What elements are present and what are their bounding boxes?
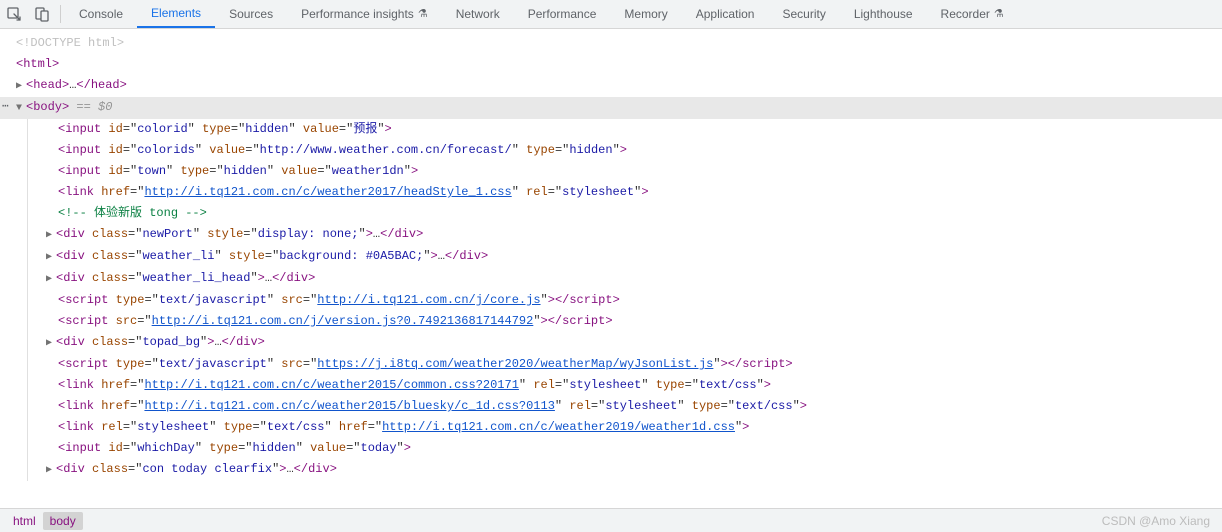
- tab-performance[interactable]: Performance: [514, 0, 611, 28]
- tab-security[interactable]: Security: [768, 0, 839, 28]
- chevron-right-icon[interactable]: ▶: [46, 460, 56, 481]
- tab-elements[interactable]: Elements: [137, 0, 215, 28]
- ellipsis-icon[interactable]: ⋯: [2, 97, 8, 118]
- flask-icon: ⁤⚗: [994, 0, 1004, 28]
- tree-row[interactable]: <link href="http://i.tq121.com.cn/c/weat…: [0, 182, 1222, 203]
- tab-recorder[interactable]: Recorder⁤⚗: [927, 0, 1018, 28]
- src-link[interactable]: http://i.tq121.com.cn/j/version.js?0.749…: [152, 314, 534, 328]
- devtools-tabbar: Console Elements Sources Performance ins…: [0, 0, 1222, 29]
- flask-icon: ⁤⚗: [418, 0, 428, 28]
- tree-row[interactable]: <link href="http://i.tq121.com.cn/c/weat…: [0, 375, 1222, 396]
- href-link[interactable]: http://i.tq121.com.cn/c/weather2015/blue…: [144, 399, 554, 413]
- tree-row[interactable]: <input id="town" type="hidden" value="we…: [0, 161, 1222, 182]
- href-link[interactable]: http://i.tq121.com.cn/c/weather2019/weat…: [382, 420, 735, 434]
- tree-row[interactable]: ▶<div class="con today clearfix">…</div>: [0, 459, 1222, 481]
- tree-row[interactable]: <link rel="stylesheet" type="text/css" h…: [0, 417, 1222, 438]
- tab-lighthouse[interactable]: Lighthouse: [840, 0, 927, 28]
- elements-tree[interactable]: <!DOCTYPE html> <html> ▶<head>…</head> ⋯…: [0, 29, 1222, 513]
- breadcrumb-body[interactable]: body: [43, 512, 83, 530]
- breadcrumb-html[interactable]: html: [6, 512, 43, 530]
- tree-row[interactable]: <input id="whichDay" type="hidden" value…: [0, 438, 1222, 459]
- chevron-down-icon[interactable]: ▼: [16, 98, 26, 119]
- tree-row-head[interactable]: ▶<head>…</head>: [0, 75, 1222, 97]
- tab-network[interactable]: Network: [442, 0, 514, 28]
- chevron-right-icon[interactable]: ▶: [46, 269, 56, 290]
- tree-row-doctype[interactable]: <!DOCTYPE html>: [0, 33, 1222, 54]
- tabbar-divider: [60, 5, 61, 23]
- watermark: CSDN @Amo Xiang: [1102, 514, 1210, 528]
- tree-row[interactable]: ▶<div class="newPort" style="display: no…: [0, 224, 1222, 246]
- tree-row[interactable]: ▶<div class="weather_li" style="backgrou…: [0, 246, 1222, 268]
- href-link[interactable]: http://i.tq121.com.cn/c/weather2015/comm…: [144, 378, 518, 392]
- tree-row[interactable]: <script type="text/javascript" src="http…: [0, 354, 1222, 375]
- chevron-right-icon[interactable]: ▶: [46, 333, 56, 354]
- chevron-right-icon[interactable]: ▶: [46, 247, 56, 268]
- tree-row[interactable]: <script type="text/javascript" src="http…: [0, 290, 1222, 311]
- chevron-right-icon[interactable]: ▶: [46, 225, 56, 246]
- href-link[interactable]: http://i.tq121.com.cn/c/weather2017/head…: [144, 185, 511, 199]
- tree-row[interactable]: ▶<div class="topad_bg">…</div>: [0, 332, 1222, 354]
- src-link[interactable]: http://i.tq121.com.cn/j/core.js: [317, 293, 540, 307]
- tab-performance-insights[interactable]: Performance insights⁤⚗: [287, 0, 442, 28]
- tab-application[interactable]: Application: [682, 0, 769, 28]
- chevron-right-icon[interactable]: ▶: [16, 76, 26, 97]
- tree-row-body[interactable]: ⋯ ▼<body> == $0: [0, 97, 1222, 119]
- device-toggle-icon[interactable]: [28, 0, 56, 28]
- tab-console[interactable]: Console: [65, 0, 137, 28]
- tree-row-html-open[interactable]: <html>: [0, 54, 1222, 75]
- tree-row[interactable]: <input id="colorid" type="hidden" value=…: [0, 119, 1222, 140]
- tree-row[interactable]: <link href="http://i.tq121.com.cn/c/weat…: [0, 396, 1222, 417]
- tree-row[interactable]: ▶<div class="weather_li_head">…</div>: [0, 268, 1222, 290]
- inspect-icon[interactable]: [0, 0, 28, 28]
- tree-row[interactable]: <input id="colorids" value="http://www.w…: [0, 140, 1222, 161]
- tab-sources[interactable]: Sources: [215, 0, 287, 28]
- tab-memory[interactable]: Memory: [610, 0, 681, 28]
- breadcrumb: html body CSDN @Amo Xiang: [0, 508, 1222, 532]
- src-link[interactable]: https://j.i8tq.com/weather2020/weatherMa…: [317, 357, 713, 371]
- tree-row[interactable]: <script src="http://i.tq121.com.cn/j/ver…: [0, 311, 1222, 332]
- tree-row-comment[interactable]: <!-- 体验新版 tong -->: [0, 203, 1222, 224]
